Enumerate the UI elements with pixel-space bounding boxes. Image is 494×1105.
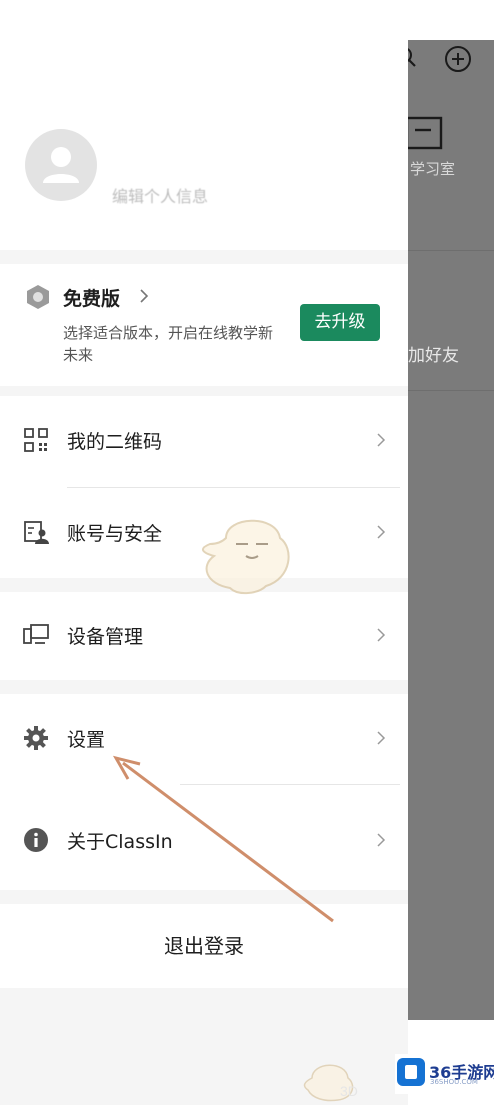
menu-divider <box>180 784 400 785</box>
background-divider <box>408 390 494 391</box>
whiteboard-icon[interactable] <box>405 114 443 152</box>
edit-profile-hint[interactable]: 编辑个人信息 <box>112 183 208 207</box>
menu-item-label: 我的二维码 <box>67 431 163 453</box>
mascot-watermark-icon <box>202 519 290 594</box>
qr-code-icon <box>24 428 48 452</box>
chevron-right-icon[interactable] <box>137 287 151 305</box>
info-icon <box>24 828 48 852</box>
site-url: 36SHOU.COM <box>430 1078 478 1086</box>
menu-item-settings[interactable]: 设置 <box>0 708 408 768</box>
gear-icon <box>24 726 48 750</box>
menu-item-qr-code[interactable]: 我的二维码 <box>0 410 408 470</box>
background-app-scrim[interactable] <box>408 40 494 1020</box>
watermark-corner-text: 3D <box>340 1083 358 1099</box>
chevron-right-icon <box>377 731 386 745</box>
chevron-right-icon <box>377 628 386 642</box>
plan-description: 选择适合版本，开启在线教学新未来 <box>63 324 274 364</box>
mini-mascot-watermark-icon: 3D <box>303 1064 358 1102</box>
chevron-right-icon <box>377 833 386 847</box>
site-logo-icon <box>397 1058 425 1086</box>
menu-item-about[interactable]: 关于ClassIn <box>0 810 408 870</box>
avatar[interactable] <box>25 129 97 201</box>
menu-divider <box>67 487 400 488</box>
upgrade-button[interactable]: 去升级 <box>300 304 380 341</box>
background-add-friend-label: 加好友 <box>408 346 459 366</box>
device-management-icon <box>23 624 49 644</box>
plan-badge-icon <box>27 285 49 309</box>
menu-item-label: 关于ClassIn <box>67 831 173 853</box>
user-avatar-icon <box>43 147 79 183</box>
plan-title[interactable]: 免费版 <box>63 284 120 311</box>
menu-item-device-management[interactable]: 设备管理 <box>0 605 408 665</box>
menu-item-label: 设备管理 <box>67 626 144 648</box>
account-security-icon <box>24 521 49 544</box>
menu-item-label: 账号与安全 <box>67 523 163 545</box>
background-divider <box>408 250 494 251</box>
plus-circle-icon[interactable] <box>444 45 472 73</box>
chevron-right-icon <box>377 525 386 539</box>
menu-item-label: 设置 <box>67 729 106 751</box>
logout-button[interactable]: 退出登录 <box>0 904 408 988</box>
profile-header <box>0 0 408 250</box>
chevron-right-icon <box>377 433 386 447</box>
background-tab-label: 学习室 <box>410 160 456 178</box>
site-watermark-badge: 36手游网 36SHOU.COM <box>395 1054 494 1094</box>
